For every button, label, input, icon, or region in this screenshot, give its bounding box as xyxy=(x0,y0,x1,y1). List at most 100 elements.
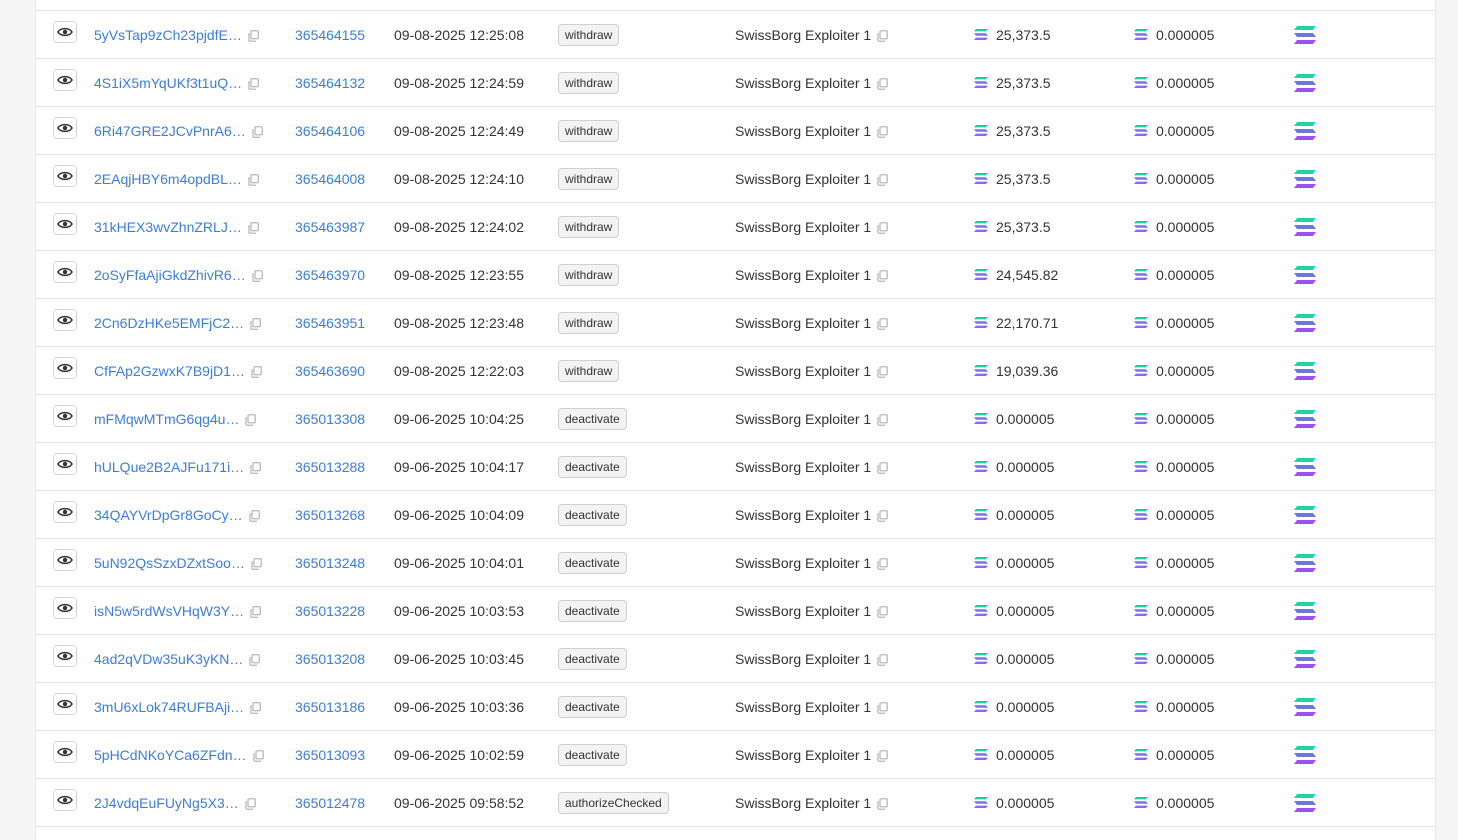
copy-icon[interactable] xyxy=(245,797,256,810)
account-label-link[interactable]: SwissBorg Exploiter 1 xyxy=(735,459,871,475)
copy-icon[interactable] xyxy=(877,461,889,474)
account-label-link[interactable]: SwissBorg Exploiter 1 xyxy=(735,267,871,283)
copy-icon[interactable] xyxy=(877,365,889,378)
copy-icon[interactable] xyxy=(877,701,889,714)
view-details-button[interactable] xyxy=(53,404,77,427)
block-link[interactable]: 365464155 xyxy=(295,27,365,43)
signature-link[interactable]: 4S1iX5mYqUKf3t1uQ… xyxy=(94,75,242,91)
copy-icon[interactable] xyxy=(250,605,262,618)
block-link[interactable]: 365013308 xyxy=(295,411,365,427)
signature-link[interactable]: 5yVsTap9zCh23pjdfE… xyxy=(94,27,242,43)
signature-link[interactable]: 6Ri47GRE2JCvPnrA6… xyxy=(94,123,246,139)
account-label-link[interactable]: SwissBorg Exploiter 1 xyxy=(735,747,871,763)
copy-icon[interactable] xyxy=(877,125,889,138)
solana-program-icon[interactable] xyxy=(1294,73,1316,92)
block-link[interactable]: 365463690 xyxy=(295,363,365,379)
view-details-button[interactable] xyxy=(53,452,77,475)
account-label-link[interactable]: SwissBorg Exploiter 1 xyxy=(735,219,871,235)
copy-icon[interactable] xyxy=(877,413,889,426)
account-label-link[interactable]: SwissBorg Exploiter 1 xyxy=(735,507,871,523)
view-details-button[interactable] xyxy=(53,308,77,331)
copy-icon[interactable] xyxy=(877,317,889,330)
copy-icon[interactable] xyxy=(250,461,262,474)
copy-icon[interactable] xyxy=(877,749,889,762)
signature-link[interactable]: 2EAqjHBY6m4opdBL… xyxy=(94,171,242,187)
account-label-link[interactable]: SwissBorg Exploiter 1 xyxy=(735,363,871,379)
view-details-button[interactable] xyxy=(53,788,77,811)
signature-link[interactable]: 5pHCdNKoYCa6ZFdn… xyxy=(94,747,247,763)
copy-icon[interactable] xyxy=(248,29,259,42)
block-link[interactable]: 365463970 xyxy=(295,267,365,283)
copy-icon[interactable] xyxy=(252,269,263,282)
copy-icon[interactable] xyxy=(877,173,889,186)
copy-icon[interactable] xyxy=(877,77,889,90)
copy-icon[interactable] xyxy=(877,29,889,42)
copy-icon[interactable] xyxy=(877,557,889,570)
copy-icon[interactable] xyxy=(252,749,264,762)
view-details-button[interactable] xyxy=(53,20,77,43)
solana-program-icon[interactable] xyxy=(1294,793,1316,812)
view-details-button[interactable] xyxy=(53,212,77,235)
solana-program-icon[interactable] xyxy=(1294,457,1316,476)
account-label-link[interactable]: SwissBorg Exploiter 1 xyxy=(735,171,871,187)
solana-program-icon[interactable] xyxy=(1294,409,1316,428)
copy-icon[interactable] xyxy=(252,125,263,138)
view-details-button[interactable] xyxy=(53,596,77,619)
block-link[interactable]: 365012478 xyxy=(295,795,365,811)
signature-link[interactable]: 2Cn6DzHKe5EMFjC2… xyxy=(94,315,244,331)
account-label-link[interactable]: SwissBorg Exploiter 1 xyxy=(735,123,871,139)
signature-link[interactable]: 2J4vdqEuFUyNg5X3… xyxy=(94,795,239,811)
block-link[interactable]: 365013093 xyxy=(295,747,365,763)
signature-link[interactable]: 4ad2qVDw35uK3yKN… xyxy=(94,651,243,667)
signature-link[interactable]: 34QAYVrDpGr8GoCy… xyxy=(94,507,243,523)
view-details-button[interactable] xyxy=(53,164,77,187)
copy-icon[interactable] xyxy=(251,557,262,570)
signature-link[interactable]: 5uN92QsSzxDZxtSoo… xyxy=(94,555,245,571)
block-link[interactable]: 365463951 xyxy=(295,315,365,331)
signature-link[interactable]: 2oSyFfaAjiGkdZhivR6… xyxy=(94,267,246,283)
solana-program-icon[interactable] xyxy=(1294,601,1316,620)
view-details-button[interactable] xyxy=(53,644,77,667)
block-link[interactable]: 365013248 xyxy=(295,555,365,571)
account-label-link[interactable]: SwissBorg Exploiter 1 xyxy=(735,795,871,811)
account-label-link[interactable]: SwissBorg Exploiter 1 xyxy=(735,651,871,667)
view-details-button[interactable] xyxy=(53,260,77,283)
block-link[interactable]: 365464132 xyxy=(295,75,365,91)
solana-program-icon[interactable] xyxy=(1294,745,1316,764)
block-link[interactable]: 365013228 xyxy=(295,603,365,619)
account-label-link[interactable]: SwissBorg Exploiter 1 xyxy=(735,75,871,91)
copy-icon[interactable] xyxy=(877,509,889,522)
signature-link[interactable]: 3mU6xLok74RUFBAji… xyxy=(94,699,244,715)
solana-program-icon[interactable] xyxy=(1294,169,1316,188)
signature-link[interactable]: 31kHEX3wvZhnZRLJ… xyxy=(94,219,242,235)
block-link[interactable]: 365013208 xyxy=(295,651,365,667)
signature-link[interactable]: mFMqwMTmG6qg4u… xyxy=(94,411,239,427)
block-link[interactable]: 365013288 xyxy=(295,459,365,475)
block-link[interactable]: 365013186 xyxy=(295,699,365,715)
copy-icon[interactable] xyxy=(877,269,889,282)
view-details-button[interactable] xyxy=(53,356,77,379)
solana-program-icon[interactable] xyxy=(1294,121,1316,140)
copy-icon[interactable] xyxy=(248,509,260,522)
copy-icon[interactable] xyxy=(249,653,261,666)
copy-icon[interactable] xyxy=(248,173,259,186)
view-details-button[interactable] xyxy=(53,692,77,715)
signature-link[interactable]: hULQue2B2AJFu171i… xyxy=(94,459,244,475)
solana-program-icon[interactable] xyxy=(1294,265,1316,284)
solana-program-icon[interactable] xyxy=(1294,313,1316,332)
account-label-link[interactable]: SwissBorg Exploiter 1 xyxy=(735,603,871,619)
view-details-button[interactable] xyxy=(53,740,77,763)
copy-icon[interactable] xyxy=(877,797,889,810)
view-details-button[interactable] xyxy=(53,68,77,91)
solana-program-icon[interactable] xyxy=(1294,217,1316,236)
account-label-link[interactable]: SwissBorg Exploiter 1 xyxy=(735,315,871,331)
signature-link[interactable]: CfFAp2GzwxK7B9jD1… xyxy=(94,363,245,379)
solana-program-icon[interactable] xyxy=(1294,361,1316,380)
account-label-link[interactable]: SwissBorg Exploiter 1 xyxy=(735,555,871,571)
view-details-button[interactable] xyxy=(53,548,77,571)
account-label-link[interactable]: SwissBorg Exploiter 1 xyxy=(735,27,871,43)
copy-icon[interactable] xyxy=(877,221,889,234)
copy-icon[interactable] xyxy=(250,317,262,330)
copy-icon[interactable] xyxy=(248,77,260,90)
copy-icon[interactable] xyxy=(877,653,889,666)
